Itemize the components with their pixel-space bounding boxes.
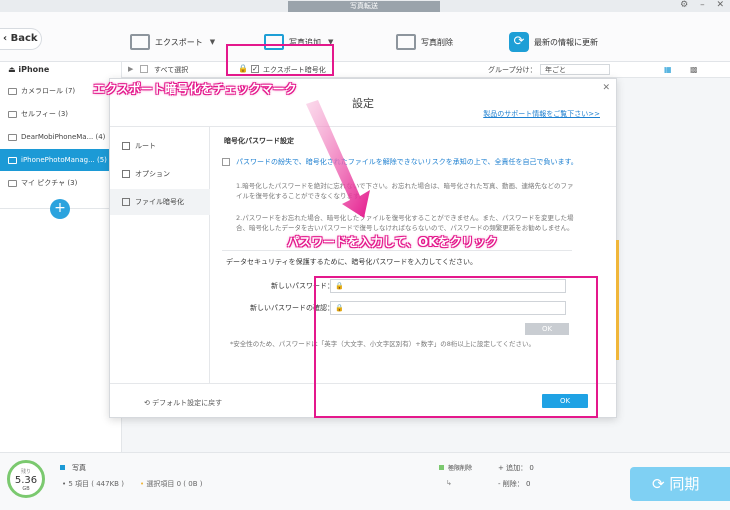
window-controls: ⚙ – ✕: [671, 0, 724, 10]
sync-icon: ⟳: [652, 475, 665, 493]
nav-item-label: ファイル暗号化: [135, 198, 184, 206]
group-by-label: グループ分け：: [488, 66, 537, 74]
pending-legend-swatch: [439, 465, 444, 470]
toolbar: ‹ Back エクスポート ▼ 写真追加 ▼ 写真削除 ⟳ 最新の情報に更新: [0, 12, 730, 62]
sync-label: 同期: [669, 475, 700, 493]
title-bar: 写真転送 ⚙ – ✕: [0, 0, 730, 12]
delete-photo-icon: [396, 34, 416, 50]
large-grid-view-icon[interactable]: ▩: [690, 65, 698, 74]
album-icon: [8, 133, 17, 141]
album-icon: [8, 179, 17, 187]
nav-item-file-encryption[interactable]: ファイル暗号化: [110, 189, 210, 215]
storage-value: 5.36: [14, 475, 38, 486]
sidebar-item-label: DearMobiPhoneMa... (4): [21, 133, 106, 141]
sidebar: ⏏ iPhone カメラロール (7) セルフィー (3) DearMobiPh…: [0, 62, 122, 452]
chevron-left-icon: ‹: [3, 33, 8, 44]
options-icon: [122, 170, 130, 178]
back-button-label: Back: [10, 33, 38, 44]
status-bar: 残り 5.36 GB 写真 • 5 項目 ( 447KB ) • 選択項目 0 …: [0, 452, 730, 510]
photo-label: 写真: [72, 464, 86, 472]
sidebar-item-selfie[interactable]: セルフィー (3): [0, 103, 122, 125]
gear-icon[interactable]: ⚙: [680, 0, 688, 10]
sidebar-item-dearmob[interactable]: DearMobiPhoneMa... (4): [0, 126, 122, 148]
album-icon: [8, 156, 17, 164]
selected-summary: • 選択項目 0 ( 0B ): [140, 479, 202, 489]
note-2: 2.パスワードをお忘れた場合、暗号化したファイルを復号化することができません。ま…: [236, 214, 574, 232]
grid-view-icon[interactable]: ▦: [664, 65, 672, 74]
photo-legend-swatch: [60, 465, 65, 470]
back-button[interactable]: ‹ Back: [0, 28, 42, 50]
refresh-label: 最新の情報に更新: [534, 37, 598, 47]
nav-item-options[interactable]: オプション: [110, 161, 210, 187]
section-divider: [222, 250, 572, 251]
reset-defaults-button[interactable]: ⟲ デフォルト設定に戻す: [144, 398, 222, 408]
folder-icon: [122, 142, 130, 150]
lock-icon: [122, 198, 130, 206]
group-by-value: 年ごと: [545, 66, 566, 74]
annotation-box-password: [314, 276, 598, 418]
add-count: + 追加： 0: [498, 464, 534, 472]
sidebar-item-label: カメラロール (7): [21, 87, 76, 95]
risk-checkbox[interactable]: [222, 158, 230, 166]
risk-acknowledge[interactable]: パスワードの紛失で、暗号化されたファイルを解除できないリスクを承知の上で、全責任…: [222, 157, 592, 167]
select-all-checkbox[interactable]: [140, 65, 148, 73]
annotation-encrypt-tip: エクスポート暗号化をチェックマーク: [93, 82, 297, 96]
refresh-button[interactable]: ⟳ 最新の情報に更新: [509, 28, 598, 56]
nav-item-route[interactable]: ルート: [110, 133, 210, 159]
sidebar-item-label: セルフィー (3): [21, 110, 69, 118]
pending-delete-label: 極限削除: [448, 465, 473, 472]
delete-photo-button[interactable]: 写真削除: [396, 28, 453, 56]
annotation-arrow: [306, 100, 370, 218]
selected-line: 選択項目 0 ( 0B ): [146, 480, 203, 488]
storage-label: 残り: [20, 469, 31, 475]
note-1: 1.暗号化したパスワードを絶対に忘れないで下さい。お忘れた場合は、暗号化された写…: [236, 182, 574, 200]
window-title: 写真転送: [288, 1, 440, 12]
reset-icon: ⟲: [144, 399, 150, 407]
chevron-down-icon[interactable]: ▼: [210, 38, 215, 46]
add-album-button[interactable]: +: [50, 199, 70, 219]
eject-icon[interactable]: ⏏: [8, 65, 16, 74]
select-all-label: すべて選択: [154, 66, 189, 74]
add-count-value: 追加： 0: [506, 464, 534, 472]
dialog-scrollbar[interactable]: [616, 240, 619, 360]
camera-icon: [8, 87, 17, 95]
minimize-icon[interactable]: –: [700, 0, 705, 10]
close-icon[interactable]: ✕: [716, 0, 724, 10]
sidebar-item-label: iPhonePhotoManag... (5): [21, 156, 107, 164]
password-prompt: データセキュリティを保護するために、暗号化パスワードを入力してください。: [226, 258, 477, 266]
nav-item-label: ルート: [135, 142, 156, 150]
annotation-box-encrypt: [226, 44, 334, 76]
reset-defaults-label: デフォルト設定に戻す: [152, 399, 223, 407]
sidebar-item-iphonephotomanager[interactable]: iPhonePhotoManag... (5): [0, 149, 122, 171]
nav-item-label: オプション: [135, 170, 170, 178]
group-by-select[interactable]: 年ごと: [540, 64, 610, 75]
pending-arrow-icon: ↳: [446, 479, 452, 487]
selected-dot-icon: •: [140, 480, 145, 488]
refresh-icon: ⟳: [509, 32, 529, 52]
sync-button[interactable]: ⟳ 同期: [630, 467, 730, 501]
support-link[interactable]: 製品のサポート情報をご覧下さい>>: [483, 109, 600, 119]
delete-photo-label: 写真削除: [421, 37, 453, 47]
sidebar-item-label: マイ ピクチャ (3): [21, 179, 78, 187]
export-icon: [130, 34, 150, 50]
close-icon[interactable]: ✕: [602, 83, 610, 93]
device-name: iPhone: [18, 65, 50, 74]
camera-icon: [8, 110, 17, 118]
export-button[interactable]: エクスポート ▼: [130, 28, 215, 56]
risk-warning-text: パスワードの紛失で、暗号化されたファイルを解除できないリスクを承知の上で、全責任…: [236, 158, 578, 166]
dialog-nav: ルート オプション ファイル暗号化: [110, 127, 210, 383]
sidebar-item-my-pictures[interactable]: マイ ピクチャ (3): [0, 172, 122, 194]
items-summary: • 5 項目 ( 447KB ): [62, 480, 124, 488]
annotation-password-tip: パスワードを入力して、OKをクリック: [287, 235, 498, 249]
expand-icon[interactable]: ▶: [128, 65, 133, 73]
device-header[interactable]: ⏏ iPhone: [0, 62, 122, 78]
delete-count: - 削除： 0: [498, 480, 531, 488]
items-line: 5 項目 ( 447KB ): [68, 480, 124, 488]
storage-gauge: 残り 5.36 GB: [7, 460, 45, 498]
delete-count-value: 削除： 0: [502, 480, 531, 488]
section-title: 暗号化パスワード設定: [224, 137, 294, 145]
storage-unit: GB: [22, 486, 30, 492]
export-label: エクスポート: [155, 37, 203, 47]
